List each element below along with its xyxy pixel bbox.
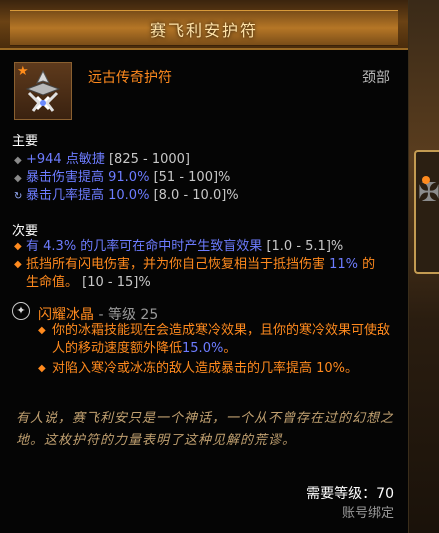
gem-icon: ✦	[12, 302, 30, 320]
binding-status: 账号绑定	[341, 506, 394, 521]
item-name: 赛飞利安护符	[149, 21, 258, 40]
adjacent-item-frame	[414, 150, 439, 274]
diamond-bullet-icon: ◆	[14, 241, 22, 252]
secondary-stat: ◆ 抵挡所有闪电伤害，并为你自己恢复相当于抵挡伤害 11% 的生命值。 [10 …	[14, 257, 376, 290]
background-scenery: ✠	[408, 0, 439, 533]
ancient-star-icon: ★	[17, 64, 29, 79]
item-slot: 颈部	[362, 70, 390, 86]
primary-stat: ↻ 暴击几率提高 10.0% [8.0 - 10.0]%	[14, 188, 239, 203]
primary-stat: ◆ +944 点敏捷 [825 - 1000]	[14, 152, 190, 167]
primary-section-title: 主要	[12, 134, 39, 149]
diamond-bullet-icon: ◆	[38, 325, 46, 336]
set-effect: ◆ 你的冰霜技能现在会造成寒冷效果，且你的寒冷效果可使敌人的移动速度额外降低15…	[38, 323, 391, 356]
set-name: 闪耀冰晶 - 等级 25	[38, 307, 159, 323]
secondary-section-title: 次要	[12, 224, 39, 239]
item-tooltip: 赛飞利安护符 ★ 远古传奇护符 颈部 主要 ◆ +944 点敏捷 [825 - 1…	[0, 0, 409, 533]
set-effect: ◆ 对陷入寒冷或冰冻的敌人造成暴击的几率提高 10%。	[38, 361, 359, 376]
diamond-bullet-icon: ◆	[14, 173, 22, 184]
secondary-stat: ◆ 有 4.3% 的几率可在命中时产生致盲效果 [1.0 - 5.1]%	[14, 239, 344, 254]
flavor-text: 有人说，赛飞利安只是一个神话，一个从不曾存在过的幻想之地。这枚护符的力量表明了这…	[16, 411, 395, 448]
diamond-bullet-icon: ◆	[14, 259, 22, 270]
item-type: 远古传奇护符	[88, 70, 172, 86]
legendary-dot-icon	[422, 176, 430, 184]
diamond-bullet-icon: ◆	[14, 155, 22, 166]
required-level: 需要等级：70	[306, 486, 394, 502]
primary-stat: ◆ 暴击伤害提高 91.0% [51 - 100]%	[14, 170, 231, 185]
diamond-bullet-icon: ◆	[38, 363, 46, 374]
enchanted-swirl-icon: ↻	[14, 191, 23, 202]
